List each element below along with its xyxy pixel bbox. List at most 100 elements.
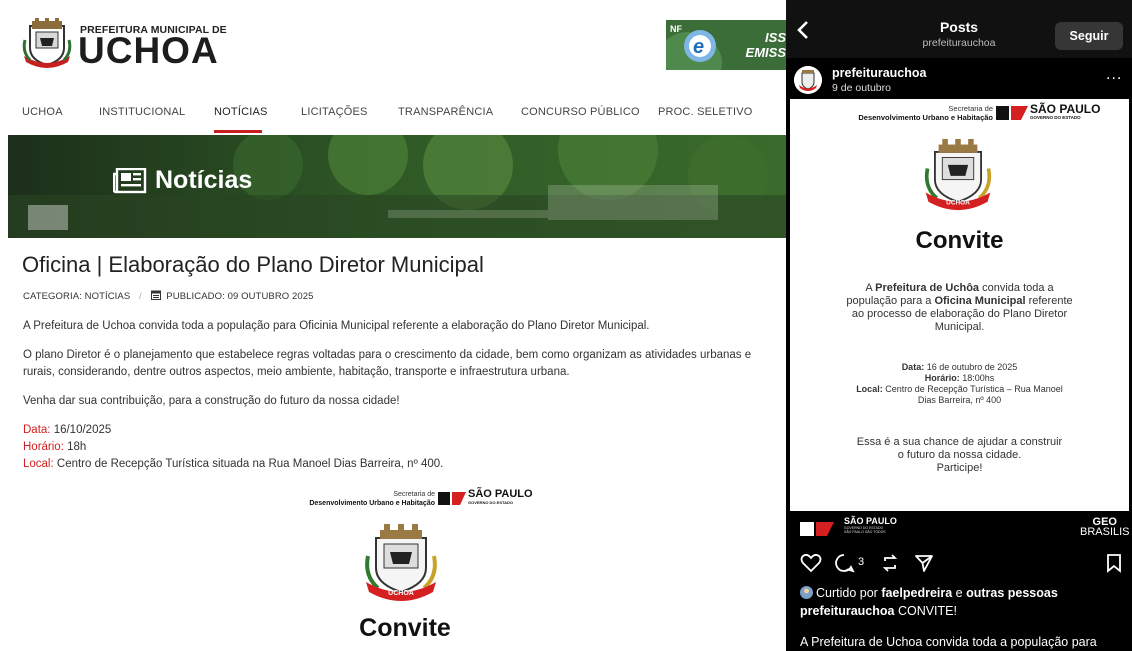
ig-poster-closing-2: o futuro da nossa cidade. <box>897 449 1022 461</box>
ig-crest-band-text: UCHOA <box>946 200 970 207</box>
event-location-value: Centro de Recepção Turística situada na … <box>53 458 444 470</box>
poster-sp-subtitle: GOVERNO DO ESTADO <box>468 500 514 505</box>
hero-title: Notícias <box>113 166 252 195</box>
comment-bubble-icon[interactable] <box>834 553 855 573</box>
like-heart-icon[interactable] <box>800 553 822 573</box>
ig-poster-time: Horário: 18:00hs <box>790 373 1129 384</box>
ig-poster-date-label: Data: <box>901 362 925 372</box>
footer-sp-subtitle-2: SÃO PAULO SÃO TODOS <box>844 530 886 534</box>
ig-poster-title: Convite <box>915 227 1004 254</box>
ig-poster-sp-title: SÃO PAULO <box>1030 102 1101 116</box>
liked-by-others[interactable]: outras pessoas <box>966 586 1058 600</box>
poster-sp-title: SÃO PAULO <box>468 488 533 500</box>
sp-government-logo-icon <box>438 492 466 505</box>
ig-poster-location-label: Local: <box>856 384 883 394</box>
post-caption: prefeiturauchoa CONVITE! <box>800 604 957 618</box>
footer-sp-text: SÃO PAULO GOVERNO DO ESTADO SÃO PAULO SÃ… <box>844 516 897 535</box>
event-date-value: 16/10/2025 <box>50 424 112 436</box>
ig-poster-line-3: ao processo de elaboração do Plano Diret… <box>851 308 1068 320</box>
post-image-footer-band: SÃO PAULO GOVERNO DO ESTADO SÃO PAULO SÃ… <box>790 511 1130 541</box>
profile-avatar[interactable] <box>794 66 822 94</box>
liked-by-line[interactable]: Curtido por faelpedreira e outras pessoa… <box>800 586 1058 600</box>
active-nav-indicator <box>214 130 262 133</box>
article-paragraph-1: A Prefeitura de Uchoa convida toda a pop… <box>23 320 650 332</box>
nfe-banner-line-1: ISS <box>765 30 786 45</box>
instagram-post-image: Secretaria de Desenvolvimento Urbano e H… <box>790 99 1129 511</box>
nav-item-transparencia[interactable]: TRANSPARÊNCIA <box>398 106 493 118</box>
event-date-label: Data: <box>23 424 51 436</box>
article-paragraph-3: Venha dar sua contribuição, para a const… <box>23 395 400 407</box>
nav-item-concurso-publico[interactable]: CONCURSO PÚBLICO <box>521 106 640 118</box>
ig-poster-line-2: população para a Oficina Municipal refer… <box>790 295 1129 308</box>
share-send-icon[interactable] <box>914 553 934 573</box>
liker-avatar-icon <box>800 586 813 599</box>
caption-text: CONVITE! <box>894 604 957 618</box>
ig-poster-closing-3: Participe! <box>936 462 983 474</box>
calendar-icon <box>150 290 161 300</box>
ig-poster-line-1a: A <box>865 282 876 294</box>
ig-poster-line-1: A Prefeitura de Uchôa convida toda a <box>790 282 1129 295</box>
footer-sp-title: SÃO PAULO <box>844 516 897 526</box>
ig-poster-details: Data: 16 de outubro de 2025 Horário: 18:… <box>790 362 1129 406</box>
nav-item-institucional[interactable]: INSTITUCIONAL <box>99 106 185 118</box>
ig-poster-secretaria-line-1: Secretaria de <box>948 104 993 113</box>
ig-poster-line-2c: referente <box>1025 295 1073 307</box>
ig-poster-line-1b: Prefeitura de Uchôa <box>875 282 980 294</box>
footer-brasilis-text: BRASILIS <box>1080 526 1130 538</box>
article-category[interactable]: CATEGORIA: NOTÍCIAS <box>23 291 130 302</box>
poster-secretaria-line-2: Desenvolvimento Urbano e Habitação <box>309 500 435 507</box>
bookmark-save-icon[interactable] <box>1106 553 1122 573</box>
ig-poster-line-2b: Oficina Municipal <box>934 295 1026 307</box>
nav-item-proc-seletivo[interactable]: PROC. SELETIVO <box>658 106 753 118</box>
poster-title: Convite <box>359 614 451 642</box>
municipal-crest-icon: UCHOA <box>365 524 437 601</box>
footer-sp-logo-icon <box>800 522 834 536</box>
municipal-crest-logo[interactable] <box>22 18 72 70</box>
liked-by-connector: e <box>952 586 967 600</box>
hero-title-text: Notícias <box>155 166 253 194</box>
ig-poster-secretaria-line-2: Desenvolvimento Urbano e Habitação <box>858 113 993 122</box>
event-location-label: Local: <box>23 458 54 470</box>
ig-poster-location: Local: Centro de Recepção Turística – Ru… <box>790 384 1129 395</box>
article-poster-image: Secretaria de Desenvolvimento Urbano e H… <box>250 488 550 651</box>
nfe-banner-text: ISS EMISS <box>730 30 786 60</box>
ig-poster-closing-1: Essa é a sua chance de ajudar a construi… <box>856 436 1063 448</box>
nfe-banner-line-2: EMISS <box>745 45 786 60</box>
crest-band-text: UCHOA <box>388 590 414 597</box>
event-time-label: Horário: <box>23 441 64 453</box>
ig-poster-location-value: Centro de Recepção Turística – Rua Manoe… <box>882 384 1063 394</box>
post-username[interactable]: prefeiturauchoa <box>832 66 926 80</box>
repost-icon[interactable] <box>880 553 900 573</box>
event-time-value: 18h <box>63 441 87 453</box>
poster-secretaria-line-1: Secretaria de <box>393 491 435 498</box>
ig-poster-closing: Essa é a sua chance de ajudar a construi… <box>790 436 1129 475</box>
ig-poster-time-value: 18:00hs <box>959 373 995 383</box>
logo-title[interactable]: UCHOA <box>78 32 219 69</box>
footer-geobrasilis-logo: GEO BRASILIS <box>1080 517 1130 538</box>
more-options-icon[interactable]: ... <box>1106 66 1122 84</box>
ig-poster-line-2a: população para a <box>846 295 935 307</box>
ig-poster-location-value-2: Dias Barreira, nº 400 <box>917 395 1002 405</box>
crest-avatar-icon <box>794 66 822 94</box>
svg-text:e: e <box>693 36 704 58</box>
newspaper-icon <box>113 167 147 193</box>
instagram-post-view: Posts prefeiturauchoa Seguir prefeiturau… <box>786 0 1132 651</box>
liked-by-prefix: Curtido por <box>816 586 882 600</box>
caption-username[interactable]: prefeiturauchoa <box>800 604 894 618</box>
nav-item-noticias[interactable]: NOTÍCIAS <box>214 106 268 118</box>
follow-button[interactable]: Seguir <box>1055 22 1123 50</box>
ig-sp-government-logo-icon <box>996 106 1028 120</box>
comment-count[interactable]: 3 <box>858 556 864 568</box>
ig-poster-line-4: Municipal. <box>934 321 985 333</box>
nav-item-licitacoes[interactable]: LICITAÇÕES <box>301 106 368 118</box>
poster-sp-text: SÃO PAULO GOVERNO DO ESTADO <box>468 488 533 506</box>
nav-item-uchoa[interactable]: UCHOA <box>22 106 63 118</box>
ig-poster-date-value: 16 de outubro de 2025 <box>924 362 1018 372</box>
ig-poster-date: Data: 16 de outubro de 2025 <box>790 362 1129 373</box>
post-date: 9 de outubro <box>832 82 891 94</box>
liked-by-user[interactable]: faelpedreira <box>881 586 952 600</box>
article-paragraph-2: O plano Diretor é o planejamento que est… <box>23 349 752 378</box>
municipal-website: PREFEITURA MUNICIPAL DE UCHOA e NF ISS E… <box>0 0 786 651</box>
event-location-line: Local: Centro de Recepção Turística situ… <box>23 458 443 470</box>
event-date-line: Data: 16/10/2025 <box>23 424 111 436</box>
